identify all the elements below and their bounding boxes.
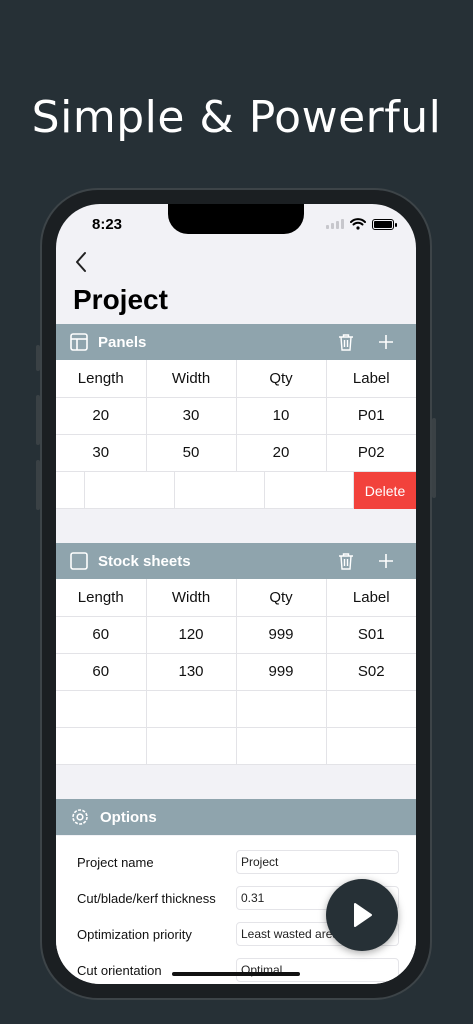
stock-section-header: Stock sheets [56, 543, 416, 579]
option-label: Cut/blade/kerf thickness [77, 890, 216, 906]
column-header: Length [56, 360, 147, 398]
table-header-row: Length Width Qty Label [56, 579, 416, 617]
option-label: Cut orientation [77, 962, 162, 978]
cut-orientation-select[interactable]: Optimal [236, 958, 399, 982]
trash-icon [339, 334, 353, 351]
plus-icon [379, 335, 393, 349]
notch [168, 204, 304, 234]
phone-power-button [432, 418, 436, 498]
options-section-title: Options [100, 808, 157, 826]
cell-width[interactable]: 130 [146, 653, 237, 691]
panels-section-header: Panels [56, 324, 416, 360]
cell-qty[interactable]: 10 [236, 397, 327, 435]
table-layout-icon [70, 333, 88, 351]
trash-icon [339, 553, 353, 570]
swiped-empty-row[interactable]: Delete [56, 472, 416, 509]
table-row[interactable]: 30 50 20 P02 [56, 434, 416, 472]
option-label: Optimization priority [77, 926, 192, 942]
column-header: Label [326, 579, 416, 617]
option-cut-orientation: Cut orientation Optimal [56, 952, 416, 984]
phone-screen: 8:23 Project Panels Length Width Qty Lab… [56, 204, 416, 984]
cell-length[interactable]: 60 [56, 653, 147, 691]
empty-table-row[interactable] [56, 727, 416, 765]
panels-add-button[interactable] [376, 331, 396, 353]
panels-section-title: Panels [98, 333, 147, 351]
cell-length[interactable]: 30 [56, 434, 147, 472]
column-header: Width [146, 360, 237, 398]
options-section-header: Options [56, 799, 416, 835]
square-icon [70, 552, 88, 570]
status-time: 8:23 [92, 216, 123, 233]
project-name-field[interactable]: Project [236, 850, 399, 874]
cell-qty[interactable]: 999 [236, 616, 327, 654]
marketing-headline: Simple & Powerful [31, 92, 442, 143]
run-optimization-button[interactable] [326, 879, 398, 951]
stock-delete-button[interactable] [336, 550, 356, 572]
empty-table-row[interactable] [56, 690, 416, 728]
row-delete-button[interactable]: Delete [354, 472, 416, 509]
play-icon [354, 903, 372, 927]
cell-qty[interactable]: 999 [236, 653, 327, 691]
cell-label[interactable]: S02 [326, 653, 416, 691]
cell-qty[interactable]: 20 [236, 434, 327, 472]
cell-label[interactable]: S01 [326, 616, 416, 654]
plus-icon [379, 554, 393, 568]
cell-width[interactable]: 30 [146, 397, 237, 435]
stock-add-button[interactable] [376, 550, 396, 572]
column-header: Qty [236, 360, 327, 398]
home-indicator[interactable] [172, 972, 300, 976]
cell-length[interactable]: 60 [56, 616, 147, 654]
cellular-signal-icon [326, 219, 344, 229]
column-header: Qty [236, 579, 327, 617]
battery-icon [372, 218, 397, 230]
cell-width[interactable]: 120 [146, 616, 237, 654]
stock-table: Length Width Qty Label 60 120 999 S01 60… [56, 579, 416, 765]
column-header: Length [56, 579, 147, 617]
back-chevron-icon[interactable] [70, 248, 94, 276]
page-title: Project [73, 284, 168, 315]
panels-table: Length Width Qty Label 20 30 10 P01 30 5… [56, 360, 416, 472]
column-header: Label [326, 360, 416, 398]
status-icons [326, 218, 397, 230]
option-label: Project name [77, 854, 154, 870]
table-row[interactable]: 60 120 999 S01 [56, 616, 416, 654]
cell-label[interactable]: P02 [326, 434, 416, 472]
panels-delete-button[interactable] [336, 331, 356, 353]
cell-length[interactable]: 20 [56, 397, 147, 435]
table-row[interactable]: 20 30 10 P01 [56, 397, 416, 435]
stock-section-title: Stock sheets [98, 552, 191, 570]
cell-label[interactable]: P01 [326, 397, 416, 435]
table-header-row: Length Width Qty Label [56, 360, 416, 398]
option-project-name: Project name Project [56, 844, 416, 880]
column-header: Width [146, 579, 237, 617]
table-row[interactable]: 60 130 999 S02 [56, 653, 416, 691]
wifi-icon [350, 218, 366, 230]
cell-width[interactable]: 50 [146, 434, 237, 472]
gear-icon [72, 809, 88, 825]
